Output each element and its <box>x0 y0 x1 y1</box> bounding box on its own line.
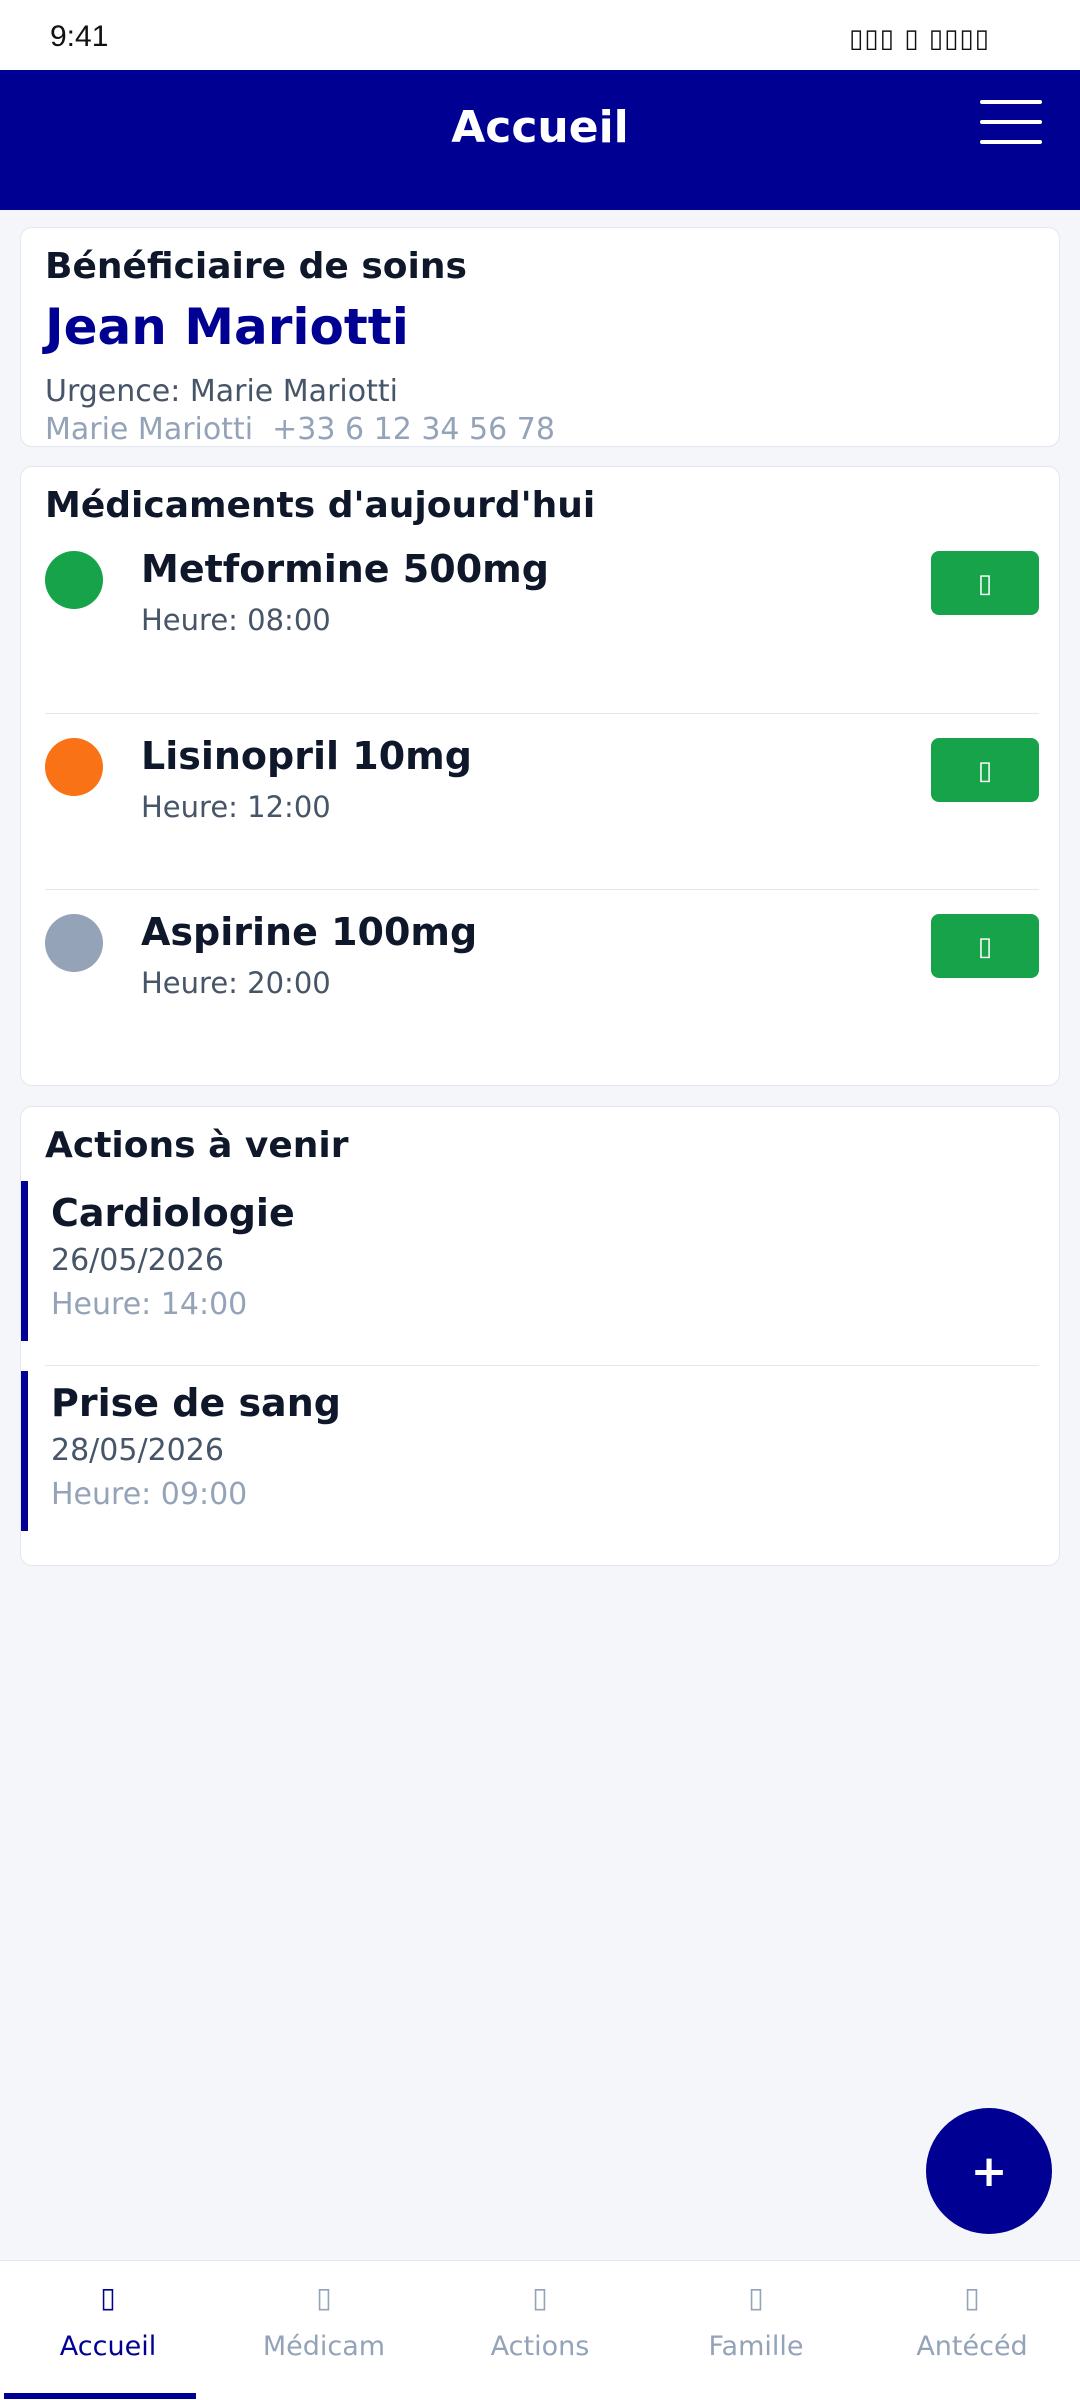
action-item[interactable]: Cardiologie 26/05/2026 Heure: 14:00 <box>21 1181 1061 1341</box>
add-fab-button[interactable]: + <box>926 2108 1052 2234</box>
upcoming-actions-card: Actions à venir Cardiologie 26/05/2026 H… <box>20 1106 1060 1566</box>
medication-take-button[interactable]: ▯ <box>931 738 1039 802</box>
app-header: Accueil <box>0 70 1080 210</box>
status-bar: 9:41 ▯▯▯ ▯ ▯▯▯▯ <box>0 0 1080 70</box>
actions-section-title: Actions à venir <box>45 1125 349 1166</box>
medication-row: Metformine 500mg Heure: 08:00 ▯ <box>45 527 1039 703</box>
action-time: Heure: 14:00 <box>51 1287 248 1322</box>
medication-take-button[interactable]: ▯ <box>931 914 1039 978</box>
active-tab-indicator <box>4 2393 196 2399</box>
emergency-contact-label: Urgence: Marie Mariotti <box>45 374 398 409</box>
nav-label: Actions <box>490 2331 590 2362</box>
medication-time: Heure: 08:00 <box>141 603 331 637</box>
medication-row: Lisinopril 10mg Heure: 12:00 ▯ <box>45 713 1039 889</box>
nav-item-accueil[interactable]: ▯ Accueil <box>0 2261 216 2400</box>
nav-label: Médicam <box>262 2331 386 2362</box>
medication-time: Heure: 12:00 <box>141 790 331 824</box>
divider <box>45 1365 1039 1366</box>
check-icon: ▯ <box>977 754 993 785</box>
medications-section-title: Médicaments d'aujourd'hui <box>45 485 596 526</box>
history-icon: ▯ <box>964 2281 980 2314</box>
check-icon: ▯ <box>977 567 993 598</box>
action-accent-bar <box>21 1371 28 1531</box>
home-icon: ▯ <box>100 2281 116 2314</box>
medications-card: Médicaments d'aujourd'hui Metformine 500… <box>20 466 1060 1086</box>
action-item[interactable]: Prise de sang 28/05/2026 Heure: 09:00 <box>21 1371 1061 1531</box>
medication-take-button[interactable]: ▯ <box>931 551 1039 615</box>
medication-time: Heure: 20:00 <box>141 966 331 1000</box>
bottom-navigation: ▯ Accueil ▯ Médicam ▯ Actions ▯ Famille … <box>0 2260 1080 2400</box>
check-icon: ▯ <box>977 930 993 961</box>
nav-item-famille[interactable]: ▯ Famille <box>648 2261 864 2400</box>
medication-status-dot <box>45 914 103 972</box>
medication-name: Metformine 500mg <box>141 547 549 591</box>
status-icons: ▯▯▯ ▯ ▯▯▯▯ <box>849 24 990 54</box>
plus-icon: + <box>970 2145 1008 2197</box>
medication-status-dot <box>45 551 103 609</box>
medication-status-dot <box>45 738 103 796</box>
calendar-icon: ▯ <box>532 2281 548 2314</box>
action-time: Heure: 09:00 <box>51 1477 248 1512</box>
nav-item-actions[interactable]: ▯ Actions <box>432 2261 648 2400</box>
action-date: 28/05/2026 <box>51 1433 224 1468</box>
medication-name: Aspirine 100mg <box>141 910 478 954</box>
action-name: Prise de sang <box>51 1381 341 1425</box>
family-icon: ▯ <box>748 2281 764 2314</box>
nav-item-antecedents[interactable]: ▯ Antécéd <box>864 2261 1080 2400</box>
beneficiary-section-title: Bénéficiaire de soins <box>45 246 467 287</box>
action-name: Cardiologie <box>51 1191 295 1235</box>
medication-name: Lisinopril 10mg <box>141 734 472 778</box>
status-time: 9:41 <box>50 20 109 53</box>
beneficiary-card: Bénéficiaire de soins Jean Mariotti Urge… <box>20 227 1060 447</box>
hamburger-menu-icon[interactable] <box>980 100 1042 144</box>
medication-row: Aspirine 100mg Heure: 20:00 ▯ <box>45 889 1039 1065</box>
page-title: Accueil <box>451 102 629 153</box>
nav-label: Antécéd <box>916 2331 1028 2362</box>
pill-icon: ▯ <box>316 2281 332 2314</box>
emergency-contact-phone[interactable]: Marie Mariotti +33 6 12 34 56 78 <box>45 412 555 447</box>
nav-label: Famille <box>708 2331 804 2362</box>
beneficiary-name: Jean Mariotti <box>45 298 409 356</box>
nav-label: Accueil <box>59 2331 157 2362</box>
action-accent-bar <box>21 1181 28 1341</box>
action-date: 26/05/2026 <box>51 1243 224 1278</box>
nav-item-medicaments[interactable]: ▯ Médicam <box>216 2261 432 2400</box>
